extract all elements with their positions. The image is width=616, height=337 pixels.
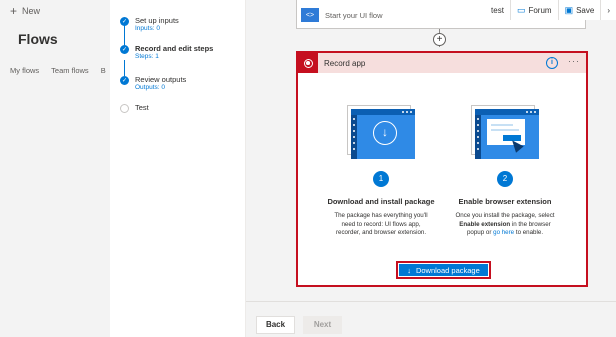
section-description: The package has everything you'll need t… — [334, 212, 428, 236]
tab-my-flows[interactable]: My flows — [10, 66, 39, 75]
record-card-title: Record app — [324, 58, 366, 68]
step-number-badge: 2 — [497, 171, 513, 187]
record-app-card: Record app i ··· ↓ 1 Download and instal… — [296, 51, 588, 287]
user-name: test — [491, 5, 504, 15]
forum-button[interactable]: ▭ Forum — [509, 0, 558, 20]
desc-text: to enable. — [515, 229, 544, 236]
check-icon: ✓ — [120, 45, 129, 54]
info-icon[interactable]: i — [546, 57, 558, 69]
forum-label: Forum — [528, 5, 552, 15]
back-button[interactable]: Back — [256, 316, 295, 334]
step-subtitle: Outputs: 0 — [135, 84, 165, 91]
footer-bar: Back Next — [246, 301, 616, 337]
browser-extension-illustration — [471, 105, 539, 159]
next-button[interactable]: Next — [303, 316, 342, 334]
download-label: Download package — [415, 265, 480, 275]
record-icon — [298, 53, 318, 73]
flows-tabs: My flows Team flows B — [10, 66, 106, 75]
step-subtitle: Steps: 1 — [135, 53, 159, 60]
download-arrow-icon: ↓ — [373, 121, 397, 145]
step-number-badge: 1 — [373, 171, 389, 187]
step-title: Review outputs — [135, 75, 187, 84]
save-icon: ▣ — [564, 4, 574, 15]
section-title: Download and install package — [327, 197, 435, 206]
download-package-button[interactable]: ↓ Download package — [396, 261, 491, 279]
step-connector — [124, 60, 125, 76]
step-set-up-inputs[interactable]: ✓ Set up inputs Inputs: 0 — [120, 16, 179, 33]
chat-icon: ▭ — [516, 4, 526, 15]
step-title: Set up inputs — [135, 16, 179, 25]
step-title: Record and edit steps — [135, 44, 214, 53]
download-illustration: ↓ — [347, 105, 415, 159]
record-card-header[interactable]: Record app i ··· — [298, 53, 586, 73]
app-background: + New Flows My flows Team flows B — [0, 0, 110, 337]
new-label: New — [22, 6, 41, 16]
check-icon: ✓ — [120, 17, 129, 26]
stepper-panel: ✓ Set up inputs Inputs: 0 ✓ Record and e… — [110, 0, 246, 337]
more-options-icon[interactable]: ··· — [568, 56, 580, 66]
flow-icon: <> — [301, 8, 319, 22]
step-review-outputs[interactable]: ✓ Review outputs Outputs: 0 — [120, 75, 186, 92]
section-title: Enable browser extension — [458, 197, 552, 206]
download-icon: ↓ — [407, 265, 411, 275]
step-title: Test — [135, 103, 149, 112]
go-here-link[interactable]: go here — [493, 229, 514, 236]
desc-bold: Enable extension — [459, 220, 511, 228]
download-install-section: ↓ 1 Download and install package The pac… — [326, 105, 436, 238]
previous-step-label: Start your UI flow — [325, 10, 383, 20]
tab-team-flows[interactable]: Team flows — [51, 66, 89, 75]
desc-text: Once you install the package, select — [455, 212, 555, 219]
tab-partial[interactable]: B — [101, 66, 106, 75]
new-button[interactable]: + New — [10, 4, 41, 18]
check-icon: ✓ — [120, 76, 129, 85]
top-bar-actions: test ▭ Forum ▣ Save › — [485, 0, 616, 20]
enable-extension-section: 2 Enable browser extension Once you inst… — [450, 105, 560, 238]
save-button[interactable]: ▣ Save — [557, 0, 601, 20]
expand-chevron[interactable]: › — [600, 0, 616, 20]
empty-circle-icon — [120, 104, 129, 113]
step-test[interactable]: Test — [120, 103, 149, 113]
add-step-button[interactable]: + — [433, 33, 446, 46]
flow-canvas: <> Start your UI flow + Record app i ···… — [246, 0, 616, 337]
step-subtitle: Inputs: 0 — [135, 25, 160, 32]
section-description: Once you install the package, select Ena… — [450, 212, 560, 238]
step-record-and-edit[interactable]: ✓ Record and edit steps Steps: 1 — [120, 44, 213, 61]
page-title: Flows — [18, 31, 58, 47]
plus-icon: + — [10, 4, 18, 18]
save-label: Save — [576, 5, 595, 15]
